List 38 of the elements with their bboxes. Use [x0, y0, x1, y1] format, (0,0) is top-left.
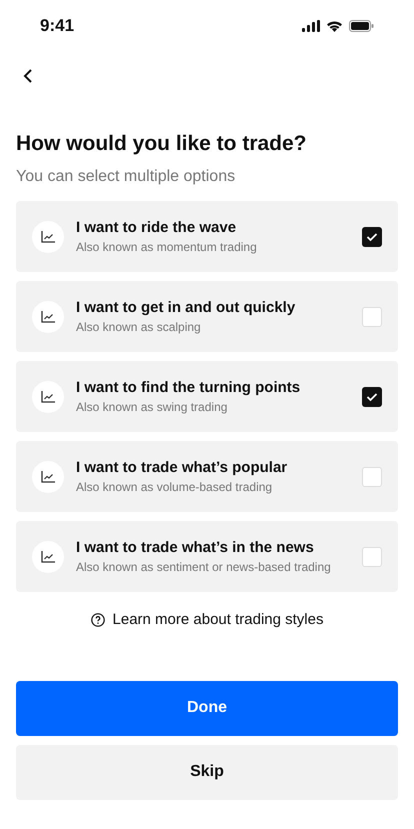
option-subtitle: Also known as momentum trading: [76, 238, 258, 256]
learn-more-link[interactable]: Learn more about trading styles: [112, 609, 324, 632]
chart-icon: [32, 220, 64, 252]
page-subtitle: You can select multiple options: [16, 167, 236, 187]
done-button[interactable]: Done: [16, 680, 398, 736]
option-card[interactable]: I want to get in and out quickly Also known as scalping: [16, 281, 398, 352]
checkbox[interactable]: [362, 546, 382, 566]
chart-icon: [32, 540, 64, 572]
checkbox[interactable]: [362, 466, 382, 486]
help-icon: [90, 613, 105, 628]
check-icon: [366, 392, 378, 402]
option-card[interactable]: I want to find the turning points Also known as swing trading: [16, 361, 398, 432]
chart-icon: [32, 380, 64, 412]
option-title: I want to get in and out quickly: [76, 298, 296, 318]
wifi-icon: [326, 20, 343, 32]
option-card[interactable]: I want to trade what’s in the news Also known as sentiment or news-based trading: [16, 521, 398, 592]
option-subtitle: Also known as scalping: [76, 318, 202, 336]
checkbox[interactable]: [362, 386, 382, 406]
option-title: I want to ride the wave: [76, 218, 238, 238]
option-subtitle: Also known as volume-based trading: [76, 478, 274, 496]
battery-icon: [349, 20, 374, 32]
option-title: I want to trade what’s popular: [76, 458, 288, 478]
signal-icon: [302, 20, 320, 32]
check-icon: [366, 232, 378, 242]
page-title: How would you like to trade?: [16, 131, 308, 157]
status-time: 9:41: [40, 15, 74, 38]
option-subtitle: Also known as swing trading: [76, 398, 228, 416]
option-title: I want to trade what’s in the news: [76, 538, 315, 558]
checkbox[interactable]: [362, 226, 382, 246]
checkbox[interactable]: [362, 306, 382, 326]
chart-icon: [32, 300, 64, 332]
skip-button[interactable]: Skip: [16, 744, 398, 800]
option-card[interactable]: I want to trade what’s popular Also known as volume-based trading: [16, 441, 398, 512]
option-card[interactable]: I want to ride the wave Also known as momentum trading: [16, 201, 398, 272]
option-subtitle: Also known as sentiment or news-based trading: [76, 558, 332, 576]
chart-icon: [32, 460, 64, 492]
back-icon: [22, 68, 34, 84]
option-title: I want to find the turning points: [76, 378, 302, 398]
